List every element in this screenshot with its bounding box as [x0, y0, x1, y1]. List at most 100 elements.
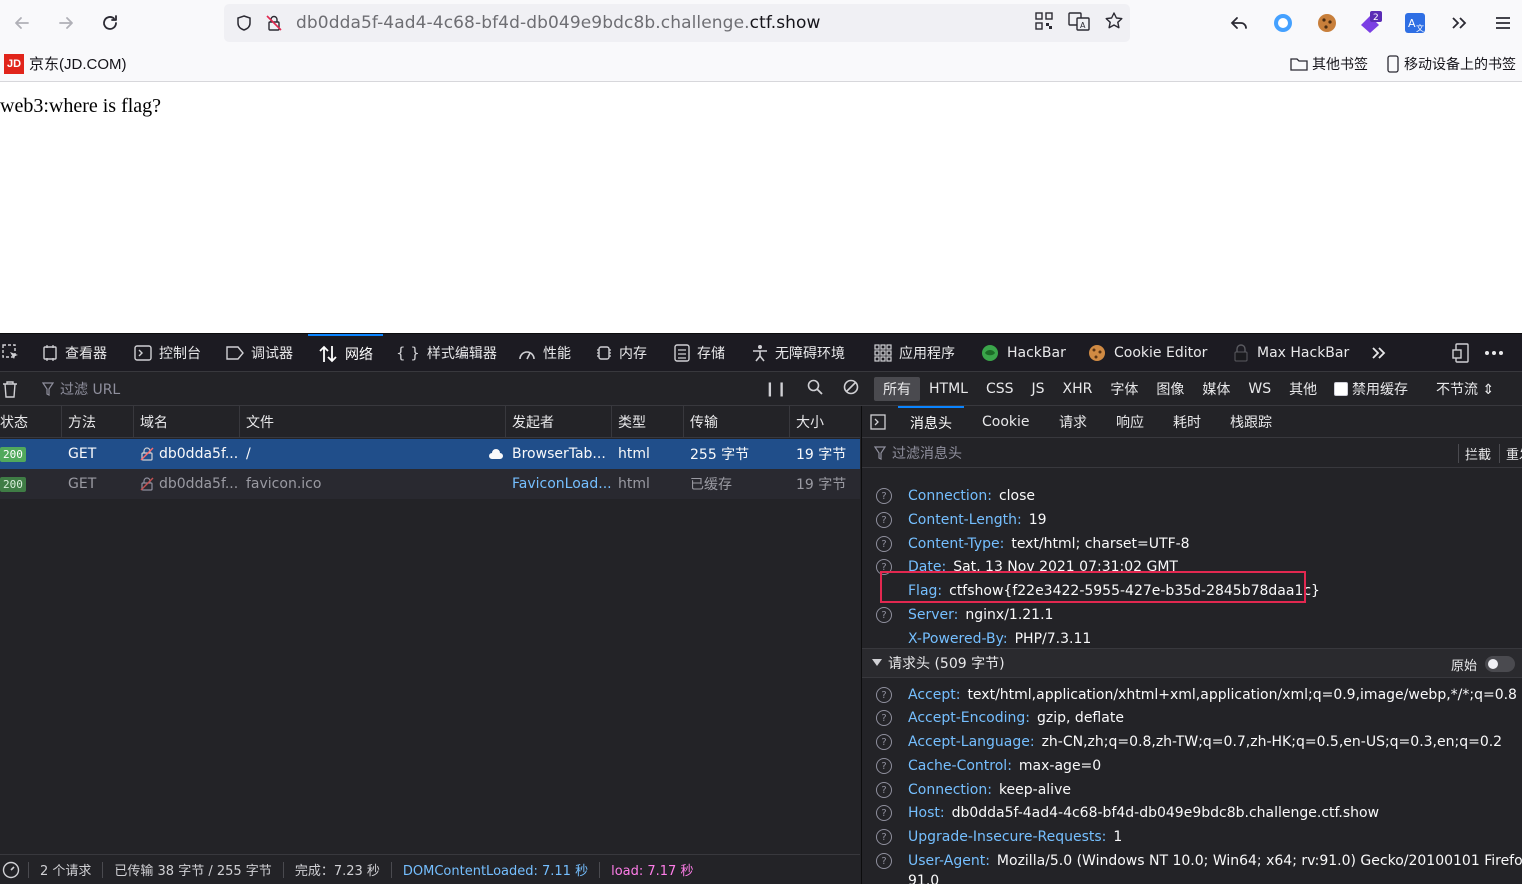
tab-debugger[interactable]: 调试器: [226, 334, 293, 372]
bookmark-other-folder[interactable]: 其他书签: [1290, 54, 1368, 74]
help-question-icon[interactable]: ?: [876, 488, 892, 504]
request-headers-section[interactable]: 请求头 (509 字节) 原始: [862, 648, 1522, 678]
tab-application[interactable]: 应用程序: [874, 334, 955, 372]
translate-extension-icon[interactable]: A文: [1402, 10, 1428, 36]
tab-request[interactable]: 请求: [1059, 406, 1087, 438]
help-question-icon[interactable]: ?: [876, 853, 892, 869]
block-button[interactable]: 拦截: [1457, 443, 1491, 463]
reload-icon: [103, 15, 117, 30]
tab-accessibility[interactable]: 无障碍环境: [752, 334, 845, 372]
help-question-icon[interactable]: ?: [876, 829, 892, 845]
col-method[interactable]: 方法: [62, 406, 134, 438]
menu-icon[interactable]: [1490, 10, 1516, 36]
resend-button[interactable]: 重发: [1499, 443, 1522, 463]
filter-all[interactable]: 所有: [874, 377, 920, 401]
filter-media[interactable]: 媒体: [1193, 377, 1239, 401]
help-question-icon[interactable]: ?: [876, 710, 892, 726]
col-size[interactable]: 大小: [790, 406, 860, 438]
tab-hackbar[interactable]: HackBar: [980, 334, 1066, 372]
col-domain[interactable]: 域名: [134, 406, 240, 438]
raw-toggle[interactable]: [1485, 656, 1515, 672]
bookmark-star-icon[interactable]: [1104, 11, 1124, 35]
filter-images[interactable]: 图像: [1147, 377, 1193, 401]
tab-headers[interactable]: 消息头: [898, 406, 964, 438]
clear-trash-icon[interactable]: [2, 380, 18, 402]
devtools-menu-button[interactable]: [1484, 334, 1504, 372]
request-count: 2 个请求: [29, 861, 104, 879]
tab-network[interactable]: 网络: [308, 334, 383, 372]
tab-cookies[interactable]: Cookie: [982, 406, 1030, 438]
bookmark-jd[interactable]: 京东(JD.COM): [29, 53, 127, 74]
tab-response[interactable]: 响应: [1116, 406, 1144, 438]
table-row[interactable]: 200 GET db0dda5f... / BrowserTab... html…: [0, 439, 860, 469]
tab-storage[interactable]: 存储: [674, 334, 725, 372]
toggle-sidebar-icon[interactable]: [870, 406, 886, 438]
filter-headers-input[interactable]: 过滤消息头 拦截 重发: [862, 438, 1522, 468]
tab-stack-trace[interactable]: 栈跟踪: [1230, 406, 1272, 438]
qr-code-icon[interactable]: [1034, 11, 1054, 35]
cookie-extension-icon[interactable]: [1314, 10, 1340, 36]
filter-js[interactable]: JS: [1023, 377, 1054, 401]
help-question-icon[interactable]: ?: [876, 512, 892, 528]
help-question-icon[interactable]: ?: [876, 805, 892, 821]
table-row[interactable]: 200 GET db0dda5f... favicon.ico FaviconL…: [0, 469, 860, 499]
request-header-row: ? User-Agent: Mozilla/5.0 (Windows NT 10…: [876, 850, 1522, 872]
dock-side-icon: [1452, 343, 1469, 363]
filter-css[interactable]: CSS: [977, 377, 1023, 401]
dock-button[interactable]: [1452, 334, 1472, 372]
filter-url-input[interactable]: 过滤 URL: [42, 372, 120, 406]
col-transfer[interactable]: 传输: [684, 406, 790, 438]
disable-cache-checkbox[interactable]: 禁用缓存: [1334, 372, 1408, 406]
jd-logo-icon[interactable]: JD: [4, 53, 24, 74]
throttle-select[interactable]: 不节流 ⇕: [1436, 372, 1494, 406]
filter-other[interactable]: 其他: [1280, 377, 1326, 401]
reload-button[interactable]: [88, 0, 132, 46]
translate-icon[interactable]: A: [1068, 11, 1090, 35]
filter-fonts[interactable]: 字体: [1101, 377, 1147, 401]
col-type[interactable]: 类型: [612, 406, 684, 438]
insecure-lock-icon[interactable]: [264, 13, 284, 33]
type-filters: 所有 HTML CSS JS XHR 字体 图像 媒体 WS 其他: [874, 377, 1326, 401]
bookmark-mobile-folder[interactable]: 移动设备上的书签: [1386, 54, 1516, 74]
overflow-chevron-icon[interactable]: [1446, 10, 1472, 36]
tab-style-editor[interactable]: { } 样式编辑器: [396, 334, 497, 372]
url-text[interactable]: db0dda5f-4ad4-4c68-bf4d-db049e9bdc8b.cha…: [296, 13, 821, 33]
forward-button[interactable]: [44, 0, 88, 46]
tab-memory[interactable]: 内存: [596, 334, 647, 372]
tab-performance[interactable]: 性能: [518, 334, 571, 372]
toolbar-extensions: 2 A文: [1226, 0, 1516, 46]
url-bar[interactable]: db0dda5f-4ad4-4c68-bf4d-db049e9bdc8b.cha…: [224, 4, 1130, 42]
status-badge: 200: [0, 446, 26, 462]
folder-icon: [1290, 58, 1308, 71]
filter-ws[interactable]: WS: [1239, 377, 1280, 401]
help-question-icon[interactable]: ?: [876, 687, 892, 703]
help-question-icon[interactable]: ?: [876, 758, 892, 774]
tab-console[interactable]: 控制台: [134, 334, 201, 372]
tab-cookie-editor[interactable]: Cookie Editor: [1087, 334, 1207, 372]
col-initiator[interactable]: 发起者: [506, 406, 612, 438]
col-file[interactable]: 文件: [240, 406, 506, 438]
extension-circle-icon[interactable]: [1270, 10, 1296, 36]
more-tabs-button[interactable]: [1370, 334, 1388, 372]
element-picker-button[interactable]: [2, 334, 20, 372]
help-question-icon[interactable]: ?: [876, 607, 892, 623]
tab-max-hackbar[interactable]: Max HackBar: [1232, 334, 1349, 372]
filter-html[interactable]: HTML: [920, 377, 977, 401]
undo-icon[interactable]: [1226, 10, 1252, 36]
cell-initiator[interactable]: FaviconLoad...: [506, 469, 612, 499]
performance-analysis-icon[interactable]: [0, 861, 29, 878]
help-question-icon[interactable]: ?: [876, 734, 892, 750]
badge-extension-icon[interactable]: 2: [1358, 10, 1384, 36]
filter-xhr[interactable]: XHR: [1054, 377, 1102, 401]
checkbox-box[interactable]: [1334, 382, 1348, 396]
shield-icon[interactable]: [234, 13, 254, 33]
col-status[interactable]: 状态: [0, 406, 62, 438]
block-icon[interactable]: [843, 379, 859, 399]
back-button[interactable]: [0, 0, 44, 46]
search-icon[interactable]: [807, 379, 824, 399]
pause-icon[interactable]: ❙❙: [764, 381, 787, 397]
tab-timings[interactable]: 耗时: [1173, 406, 1201, 438]
tab-inspector[interactable]: 查看器: [42, 334, 107, 372]
help-question-icon[interactable]: ?: [876, 536, 892, 552]
help-question-icon[interactable]: ?: [876, 782, 892, 798]
